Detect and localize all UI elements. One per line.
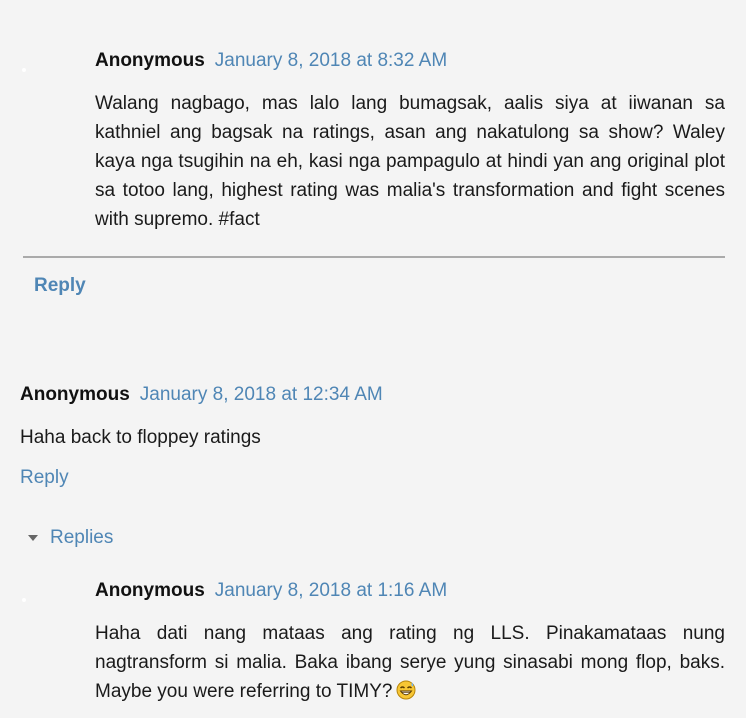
grinning-sweat-emoji-icon bbox=[396, 680, 416, 700]
comment-author: Anonymous bbox=[95, 580, 205, 601]
replies-toggle[interactable]: Replies bbox=[28, 527, 113, 549]
collapse-triangle-icon bbox=[28, 535, 38, 541]
thread-reply-button[interactable]: Reply bbox=[34, 275, 86, 297]
reply-bullet bbox=[22, 68, 26, 72]
reply-bullet bbox=[22, 598, 26, 602]
comment-date-link[interactable]: January 8, 2018 at 1:16 AM bbox=[215, 580, 447, 602]
replies-label: Replies bbox=[50, 527, 114, 548]
comment-body: Haha dati nang mataas ang rating ng LLS.… bbox=[95, 619, 725, 706]
comment-header: Anonymous January 8, 2018 at 8:32 AM bbox=[95, 50, 447, 74]
comment-header: Anonymous January 8, 2018 at 1:16 AM bbox=[95, 580, 447, 604]
comment-reply-link[interactable]: Reply bbox=[20, 467, 69, 489]
comment-author: Anonymous bbox=[95, 50, 205, 71]
comment-body: Walang nagbago, mas lalo lang bumagsak, … bbox=[95, 93, 725, 230]
thread-divider bbox=[23, 256, 725, 258]
comment-date-link[interactable]: January 8, 2018 at 8:32 AM bbox=[215, 50, 447, 72]
comment-date-link[interactable]: January 8, 2018 at 12:34 AM bbox=[140, 384, 383, 406]
comment-body: Haha back to floppey ratings bbox=[20, 427, 261, 448]
comment-author: Anonymous bbox=[20, 384, 130, 405]
comment-header: Anonymous January 8, 2018 at 12:34 AM bbox=[20, 384, 383, 408]
